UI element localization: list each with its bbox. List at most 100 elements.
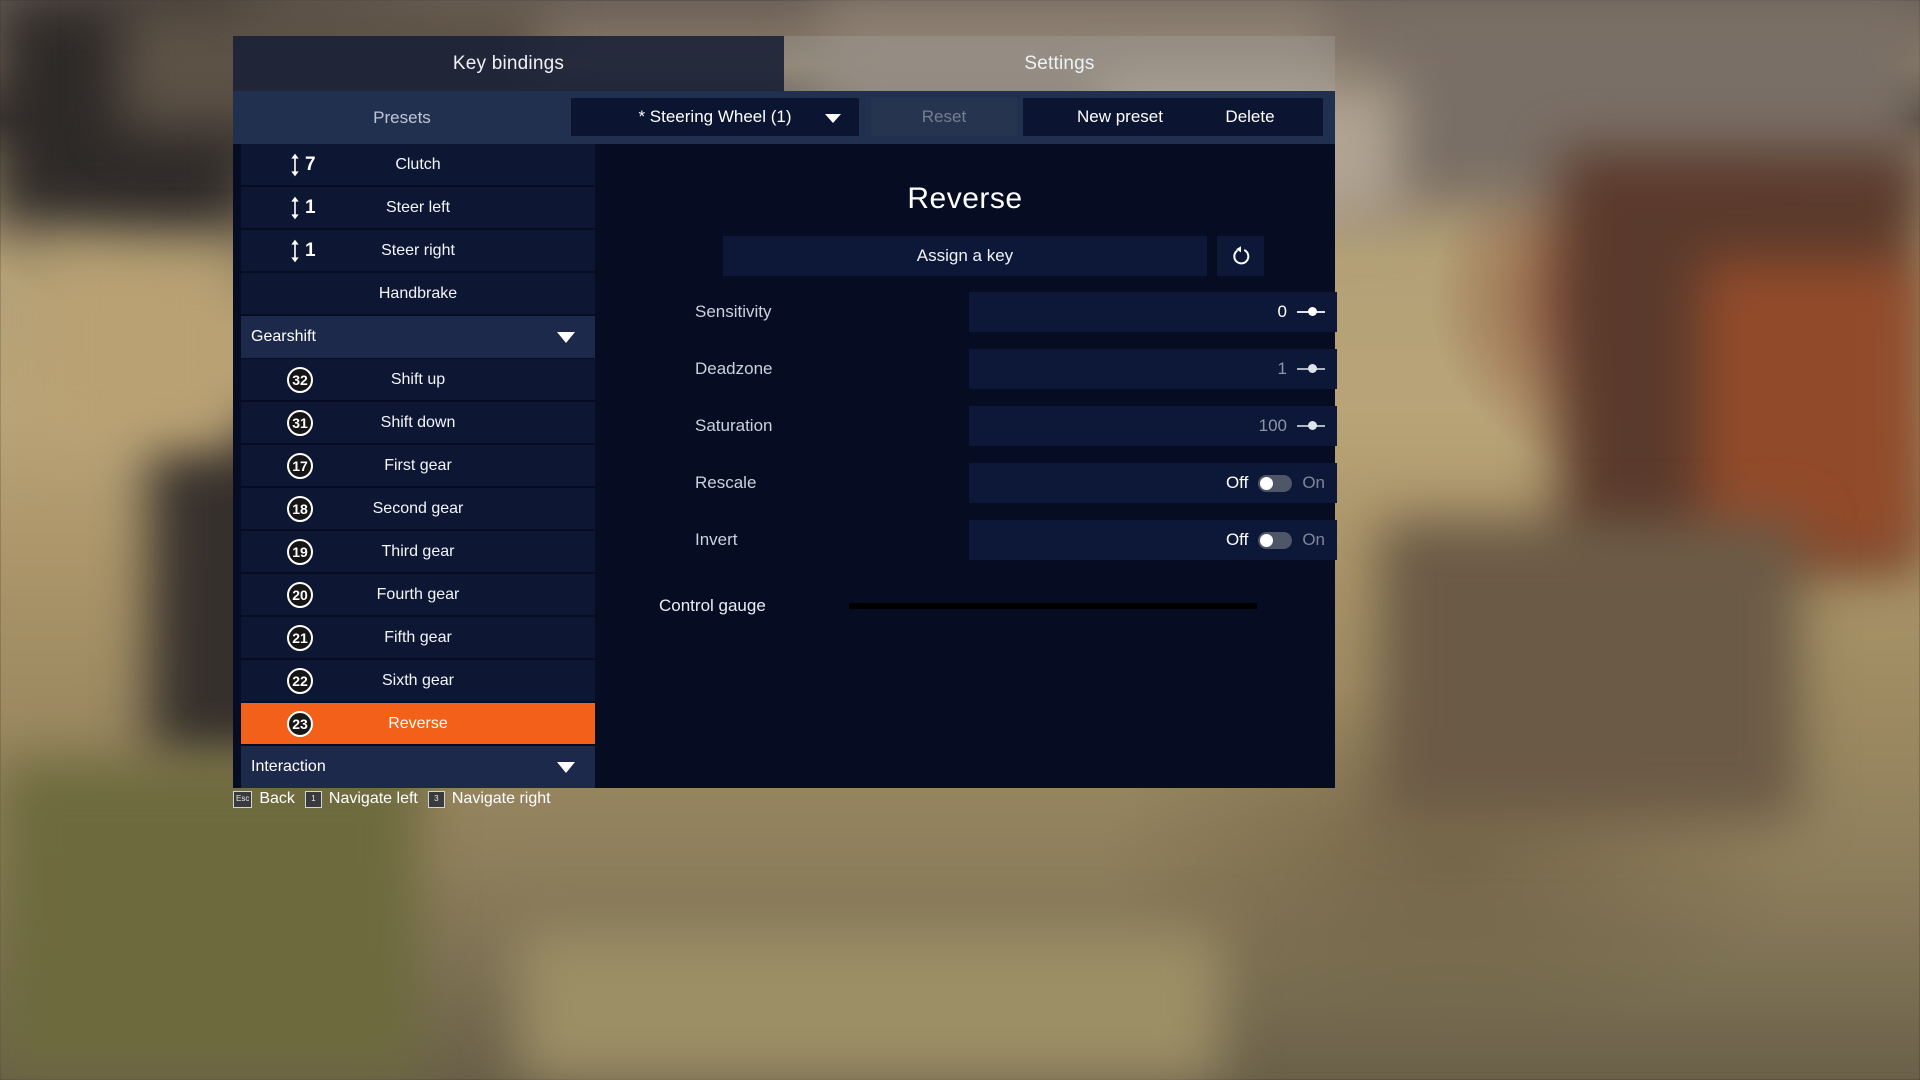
device-axis-badge: 1 <box>287 194 316 221</box>
chevron-down-icon <box>825 114 841 123</box>
toggle-on-label: On <box>1302 473 1325 492</box>
setting-slider-field[interactable]: 100 <box>969 406 1337 446</box>
preset-selected-value: * Steering Wheel (1) <box>638 107 792 126</box>
keycap-icon: 1 <box>304 790 322 808</box>
toggle-control[interactable]: Off On <box>1226 473 1325 493</box>
toggle-off-label: Off <box>1225 530 1249 549</box>
preset-bar: Presets * Steering Wheel (1) Reset New p… <box>233 91 1335 144</box>
control-gauge-row: Control gauge <box>659 596 1339 616</box>
key-hint-label: Navigate left <box>328 790 418 807</box>
device-button-badge: 17 <box>287 452 313 479</box>
key-hint: 3 Navigate right <box>427 790 551 808</box>
reset-preset-button[interactable]: Reset <box>871 98 1017 136</box>
assign-key-button[interactable]: Assign a key <box>723 236 1207 276</box>
binding-row-selected[interactable]: 23 Reverse <box>241 703 595 745</box>
device-axis-badge: 7 <box>287 151 316 178</box>
binding-row[interactable]: 1 Steer left <box>241 187 595 229</box>
delete-preset-button[interactable]: Delete <box>1177 98 1323 136</box>
control-gauge-bar <box>849 603 1257 609</box>
setting-toggle-field[interactable]: Off On <box>969 520 1337 560</box>
device-axis-badge: 1 <box>287 237 316 264</box>
device-button-badge: 19 <box>287 538 313 565</box>
assign-key-row: Assign a key <box>723 236 1335 276</box>
binding-row-label: Handbrake <box>378 284 458 302</box>
device-button-badge: 23 <box>287 710 313 737</box>
slider-handle[interactable] <box>1297 362 1325 376</box>
toggle-knob <box>1260 476 1274 490</box>
device-button-badge: 18 <box>287 495 313 522</box>
reset-arrow-icon <box>1232 246 1249 265</box>
slider-handle[interactable] <box>1297 419 1325 433</box>
device-button-badge: 31 <box>287 409 313 436</box>
toggle-knob <box>1260 533 1274 547</box>
preset-dropdown[interactable]: * Steering Wheel (1) <box>571 98 859 136</box>
binding-row[interactable]: 19 Third gear <box>241 531 595 573</box>
binding-section-header[interactable]: Gearshift <box>241 316 595 358</box>
toggle-control[interactable]: Off On <box>1226 530 1325 550</box>
binding-section-header[interactable]: Interaction <box>241 746 595 788</box>
binding-row[interactable]: 31 Shift down <box>241 402 595 444</box>
tab-bar: Key bindings Settings <box>233 36 1335 91</box>
device-button-badge: 22 <box>287 667 313 694</box>
key-hint: 1 Navigate left <box>304 790 418 808</box>
setting-label: Sensitivity <box>695 302 772 321</box>
setting-row-rescale: Rescale Off On <box>691 463 1337 503</box>
setting-value: 1 <box>1277 359 1287 378</box>
binding-row[interactable]: 18 Second gear <box>241 488 595 530</box>
toggle-on-label: On <box>1302 530 1325 549</box>
binding-row[interactable]: 7 Clutch <box>241 144 595 186</box>
device-axis-number: 7 <box>305 153 316 175</box>
setting-toggle-field[interactable]: Off On <box>969 463 1337 503</box>
binding-row[interactable]: 20 Fourth gear <box>241 574 595 616</box>
setting-value: 0 <box>1277 302 1287 321</box>
binding-section-label: Gearshift <box>251 328 316 345</box>
setting-slider-field[interactable]: 0 <box>969 292 1337 332</box>
toggle-switch[interactable] <box>1258 474 1293 492</box>
setting-label: Invert <box>695 530 738 549</box>
setting-row-deadzone: Deadzone 1 <box>691 349 1337 389</box>
toggle-off-label: Off <box>1225 473 1249 492</box>
device-button-badge: 20 <box>287 581 313 608</box>
binding-row[interactable]: 1 Steer right <box>241 230 595 272</box>
setting-row-saturation: Saturation 100 <box>691 406 1337 446</box>
binding-section-label: Interaction <box>251 758 326 775</box>
bindings-list[interactable]: 7 Clutch 1 Steer left 1 Steer right Handbrake G… <box>241 144 595 788</box>
setting-row-sensitivity: Sensitivity 0 <box>691 292 1337 332</box>
tab-settings[interactable]: Settings <box>784 36 1335 91</box>
setting-value: 100 <box>1258 416 1287 435</box>
setting-label: Saturation <box>695 416 773 435</box>
binding-row[interactable]: 21 Fifth gear <box>241 617 595 659</box>
binding-detail-pane: Reverse Assign a key Sensitivity 0 Deadzon… <box>595 144 1337 788</box>
controls-dialog: Key bindings Settings Presets * Steering… <box>233 36 1337 788</box>
device-axis-number: 1 <box>305 239 316 261</box>
device-button-badge: 21 <box>287 624 313 651</box>
reset-binding-button[interactable] <box>1217 236 1264 276</box>
setting-slider-field[interactable]: 1 <box>969 349 1337 389</box>
keycap-icon: Esc <box>233 790 253 808</box>
key-hint-label: Navigate right <box>451 790 551 807</box>
binding-row[interactable]: Handbrake <box>241 273 595 315</box>
tab-key-bindings[interactable]: Key bindings <box>233 36 784 91</box>
tab-settings-label: Settings <box>1024 52 1095 74</box>
key-hint-label: Back <box>259 790 295 807</box>
toggle-switch[interactable] <box>1258 531 1293 549</box>
setting-label: Rescale <box>695 473 757 492</box>
device-axis-number: 1 <box>305 196 316 218</box>
binding-row[interactable]: 32 Shift up <box>241 359 595 401</box>
detail-title: Reverse <box>907 182 1023 215</box>
control-gauge-label: Control gauge <box>659 596 766 615</box>
keycap-icon: 3 <box>427 790 445 808</box>
dialog-body: 7 Clutch 1 Steer left 1 Steer right Handbrake G… <box>233 144 1337 788</box>
footer-key-hints: Esc Back 1 Navigate left 3 Navigate right <box>233 790 551 808</box>
binding-row[interactable]: 22 Sixth gear <box>241 660 595 702</box>
device-button-badge: 32 <box>287 366 313 393</box>
chevron-down-icon <box>557 332 575 343</box>
tab-key-bindings-label: Key bindings <box>452 52 565 74</box>
setting-row-invert: Invert Off On <box>691 520 1337 560</box>
slider-handle[interactable] <box>1297 305 1325 319</box>
chevron-down-icon <box>557 762 575 773</box>
key-hint: Esc Back <box>233 790 295 808</box>
binding-row[interactable]: 17 First gear <box>241 445 595 487</box>
setting-label: Deadzone <box>695 359 773 378</box>
presets-label: Presets <box>373 107 431 127</box>
